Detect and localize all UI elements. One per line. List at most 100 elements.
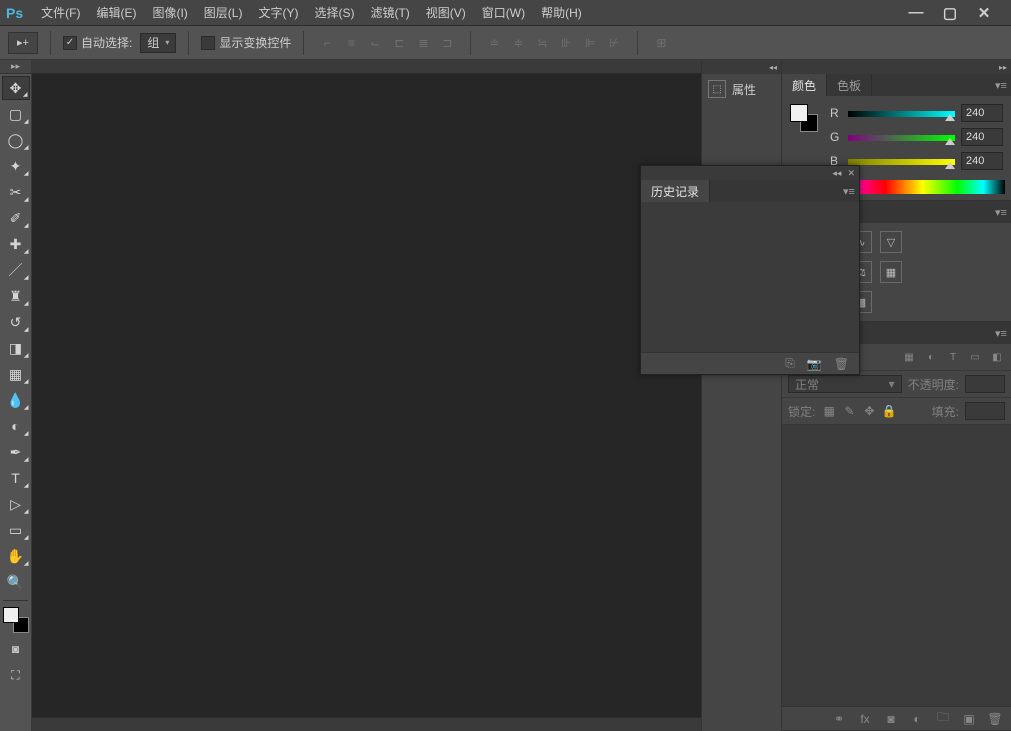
filter-type-icon[interactable]: T: [945, 349, 961, 365]
delete-state-icon[interactable]: 🗑: [834, 357, 849, 371]
history-list[interactable]: [641, 202, 859, 352]
align-bottom-icon[interactable]: ⌙: [364, 32, 386, 54]
dock-collapse-button[interactable]: ◂◂: [702, 60, 781, 74]
screen-mode-button[interactable]: ⛶: [5, 665, 27, 685]
filter-pixel-icon[interactable]: ▦: [901, 349, 917, 365]
menu-layer[interactable]: 图层(L): [196, 0, 251, 25]
current-tool-icon[interactable]: ▸+: [8, 32, 38, 54]
new-doc-from-state-icon[interactable]: ⎘: [785, 356, 795, 371]
tab-color[interactable]: 颜色: [782, 74, 827, 96]
tab-history[interactable]: 历史记录: [641, 180, 710, 202]
maximize-button[interactable]: ▢: [939, 5, 961, 21]
history-panel[interactable]: ◂◂ ✕ 历史记录 ▾≡ ⎘ 📷 🗑: [640, 165, 860, 375]
panel-menu-icon[interactable]: ▾≡: [991, 201, 1011, 223]
add-adjustment-icon[interactable]: ◐: [909, 711, 925, 727]
hand-tool[interactable]: ✋◢: [2, 544, 30, 568]
filter-smart-icon[interactable]: ◧: [989, 349, 1005, 365]
panels-collapse-button[interactable]: ▸▸: [782, 60, 1011, 74]
lock-all-icon[interactable]: 🔒: [881, 403, 897, 419]
history-panel-head[interactable]: ◂◂ ✕: [641, 166, 859, 180]
filter-shape-icon[interactable]: ▭: [967, 349, 983, 365]
history-brush-tool[interactable]: ↺◢: [2, 310, 30, 334]
g-slider[interactable]: [848, 131, 955, 143]
dodge-tool[interactable]: ◐◢: [2, 414, 30, 438]
blend-mode-dropdown[interactable]: 正常 ▾: [788, 375, 902, 393]
menu-edit[interactable]: 编辑(E): [88, 0, 144, 25]
distribute-right-icon[interactable]: ⊬: [603, 32, 625, 54]
fill-input[interactable]: [965, 402, 1005, 420]
panel-menu-icon[interactable]: ▾≡: [991, 322, 1011, 344]
fg-bg-swatches[interactable]: [3, 607, 29, 633]
g-input[interactable]: 240: [961, 128, 1003, 146]
r-slider[interactable]: [848, 107, 955, 119]
distribute-bottom-icon[interactable]: ≒: [531, 32, 553, 54]
blur-tool[interactable]: 💧◢: [2, 388, 30, 412]
dock-properties[interactable]: ⬚ 属性: [702, 74, 781, 104]
align-top-icon[interactable]: ⌐: [316, 32, 338, 54]
delete-layer-icon[interactable]: 🗑: [987, 711, 1003, 727]
auto-align-icon[interactable]: ⊞: [650, 32, 672, 54]
align-hcenter-icon[interactable]: ≣: [412, 32, 434, 54]
healing-tool[interactable]: ✚◢: [2, 232, 30, 256]
opacity-input[interactable]: [965, 375, 1005, 393]
stamp-tool[interactable]: ♜◢: [2, 284, 30, 308]
pen-tool[interactable]: ✒◢: [2, 440, 30, 464]
lock-pixels-icon[interactable]: ✎: [841, 403, 857, 419]
menu-type[interactable]: 文字(Y): [250, 0, 306, 25]
lock-position-icon[interactable]: ✥: [861, 403, 877, 419]
snapshot-icon[interactable]: 📷: [807, 357, 822, 371]
link-layers-icon[interactable]: ⚭: [831, 711, 847, 727]
panel-fgbg-swatches[interactable]: [790, 104, 818, 132]
new-layer-icon[interactable]: ▣: [961, 711, 977, 727]
distribute-vcenter-icon[interactable]: ≑: [507, 32, 529, 54]
marquee-tool[interactable]: ▢◢: [2, 102, 30, 126]
panel-fg-swatch[interactable]: [790, 104, 808, 122]
collapse-icon[interactable]: ◂◂: [832, 168, 841, 179]
align-right-icon[interactable]: ⊐: [436, 32, 458, 54]
menu-image[interactable]: 图像(I): [144, 0, 195, 25]
close-button[interactable]: ✕: [973, 5, 995, 21]
r-input[interactable]: 240: [961, 104, 1003, 122]
show-transform-checkbox[interactable]: 显示变换控件: [201, 34, 291, 51]
layer-fx-icon[interactable]: fx: [857, 711, 873, 727]
add-mask-icon[interactable]: ◙: [883, 711, 899, 727]
quick-select-tool[interactable]: ✦◢: [2, 154, 30, 178]
panel-menu-icon[interactable]: ▾≡: [839, 180, 859, 202]
minimize-button[interactable]: —: [905, 5, 927, 21]
b-input[interactable]: 240: [961, 152, 1003, 170]
type-tool[interactable]: T◢: [2, 466, 30, 490]
quick-mask-button[interactable]: ◙: [5, 639, 27, 659]
new-group-icon[interactable]: 🗀: [935, 711, 951, 727]
distribute-top-icon[interactable]: ≐: [483, 32, 505, 54]
filter-adjust-icon[interactable]: ◐: [923, 349, 939, 365]
shape-tool[interactable]: ▭◢: [2, 518, 30, 542]
align-vcenter-icon[interactable]: ≡: [340, 32, 362, 54]
b-slider[interactable]: [848, 155, 955, 167]
panel-menu-icon[interactable]: ▾≡: [991, 74, 1011, 96]
auto-select-dropdown[interactable]: 组 ▾: [140, 33, 176, 53]
layer-list[interactable]: [782, 425, 1011, 706]
foreground-color-swatch[interactable]: [3, 607, 19, 623]
gradient-tool[interactable]: ▦◢: [2, 362, 30, 386]
move-tool[interactable]: ✥◢: [2, 76, 30, 100]
eraser-tool[interactable]: ◨◢: [2, 336, 30, 360]
adj-bw-icon[interactable]: ▦: [880, 261, 902, 283]
menu-help[interactable]: 帮助(H): [533, 0, 590, 25]
distribute-hcenter-icon[interactable]: ⊫: [579, 32, 601, 54]
auto-select-checkbox[interactable]: 自动选择:: [63, 34, 132, 51]
adj-exposure-icon[interactable]: ▽: [880, 231, 902, 253]
menu-view[interactable]: 视图(V): [418, 0, 474, 25]
menu-file[interactable]: 文件(F): [33, 0, 88, 25]
canvas-area[interactable]: [32, 60, 701, 731]
path-select-tool[interactable]: ▷◢: [2, 492, 30, 516]
align-left-icon[interactable]: ⊏: [388, 32, 410, 54]
expand-toolbar-button[interactable]: ▸▸: [0, 60, 31, 74]
close-icon[interactable]: ✕: [847, 168, 855, 179]
brush-tool[interactable]: ／◢: [2, 258, 30, 282]
lock-transparent-icon[interactable]: ▦: [821, 403, 837, 419]
menu-select[interactable]: 选择(S): [306, 0, 362, 25]
menu-window[interactable]: 窗口(W): [474, 0, 533, 25]
distribute-left-icon[interactable]: ⊪: [555, 32, 577, 54]
crop-tool[interactable]: ✂◢: [2, 180, 30, 204]
zoom-tool[interactable]: 🔍: [2, 570, 30, 594]
